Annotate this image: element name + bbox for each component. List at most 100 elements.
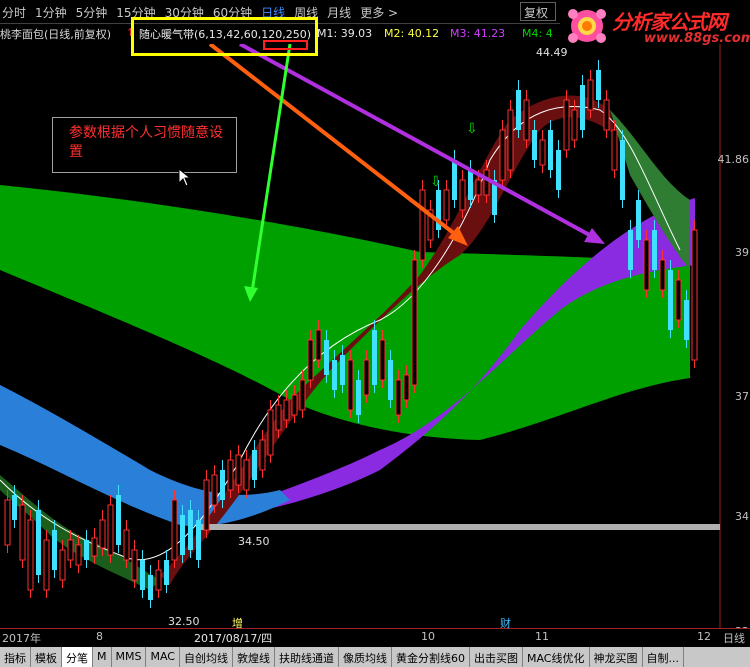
signal-arrow-icon: ⇩: [466, 121, 478, 137]
date-label: 8: [96, 630, 103, 643]
candle-body: [587, 79, 594, 111]
candle-body: [459, 179, 466, 211]
candle-body: [140, 560, 145, 590]
candle-body: [620, 140, 625, 200]
date-label: 2017/08/17/四: [194, 632, 273, 645]
bottom-tab[interactable]: M: [93, 647, 112, 667]
bottom-tab[interactable]: 自制...: [643, 647, 684, 667]
support-line: [200, 524, 720, 530]
price-axis-label: 41.86: [717, 153, 750, 166]
candle-body: [563, 99, 570, 151]
candle-body: [283, 399, 290, 421]
date-label: 12: [697, 630, 711, 643]
bottom-indicator-tabs: 指标 模板 分笔 M MMS MAC 自创均线 敦煌线 扶助线通道 像质均线 黄金分割线60 出击买图…: [0, 647, 750, 667]
date-label: 10: [421, 630, 435, 643]
bottom-tab[interactable]: MMS: [112, 647, 147, 667]
candle-body: [668, 270, 673, 330]
bottom-tab[interactable]: 出击买图: [470, 647, 523, 667]
event-marker: 增: [232, 617, 243, 630]
indicator-m2: M2: 40.12: [384, 27, 440, 40]
candle-body: [164, 560, 169, 585]
candle-body: [379, 339, 386, 381]
purple-arrowhead: [584, 228, 605, 244]
candle-body: [116, 495, 121, 545]
date-label: 11: [535, 630, 549, 643]
candle-body: [59, 549, 66, 581]
candle-body: [419, 189, 426, 261]
annotation-text: 参数根据个人习惯随意设置: [69, 125, 223, 160]
candle-body: [123, 529, 130, 561]
candle-body: [324, 340, 329, 375]
candle-body: [275, 404, 282, 431]
candle-body: [180, 515, 185, 555]
candle-body: [196, 520, 201, 560]
candle-body: [259, 439, 266, 471]
date-axis: 2017年 8 2017/08/17/四 增 10 财 11 12 日线: [0, 617, 750, 646]
candle-body: [227, 459, 234, 491]
candle-body: [684, 300, 689, 340]
fuquan-button[interactable]: 复权: [524, 4, 548, 21]
candle-body: [12, 495, 17, 520]
candle-body: [4, 499, 11, 546]
right-label: 日线: [723, 632, 745, 645]
indicator-m3: M3: 41.23: [450, 27, 506, 40]
candle-body: [356, 380, 361, 415]
low-price-label: 32.50: [168, 615, 200, 628]
event-marker: 财: [500, 617, 511, 630]
candle-body: [443, 189, 450, 221]
annotation-box: 参数根据个人习惯随意设置: [52, 117, 237, 173]
candle-body: [27, 519, 34, 591]
bottom-tab[interactable]: 模板: [31, 647, 62, 667]
period-tab[interactable]: 月线: [327, 4, 351, 21]
candle-body: [452, 160, 457, 200]
bottom-tab[interactable]: 神龙买图: [590, 647, 643, 667]
bottom-tab[interactable]: 敦煌线: [233, 647, 275, 667]
bottom-tab[interactable]: 扶助线通道: [275, 647, 339, 667]
candle-body: [188, 510, 193, 550]
period-tab[interactable]: 分时: [2, 4, 26, 21]
candle-body: [252, 450, 257, 480]
candle-body: [43, 539, 50, 591]
candle-body: [643, 239, 650, 291]
candle-body: [220, 470, 225, 500]
candle-body: [403, 374, 410, 401]
price-axis-label: 37: [735, 390, 749, 403]
bottom-tab[interactable]: 指标: [0, 647, 31, 667]
candle-body: [347, 359, 354, 411]
candle-body: [155, 569, 162, 591]
indicator-highlight-box: [131, 17, 318, 56]
candle-body: [107, 504, 114, 556]
period-tab[interactable]: 5分钟: [76, 4, 108, 21]
candle-body: [363, 359, 370, 396]
candle-body: [603, 99, 610, 131]
candle-body: [580, 85, 585, 130]
bottom-tab[interactable]: 黄金分割线60: [392, 647, 470, 667]
bottom-tab[interactable]: 像质均线: [339, 647, 392, 667]
candle-body: [483, 169, 490, 196]
candle-body: [19, 504, 26, 561]
candle-body: [75, 544, 82, 566]
mid-price-label: 34.50: [238, 535, 270, 548]
candle-body: [211, 474, 218, 506]
candle-body: [243, 459, 250, 491]
period-tab[interactable]: 1分钟: [35, 4, 67, 21]
candle-body: [532, 130, 537, 160]
candle-body: [315, 329, 322, 361]
candle-body: [507, 109, 514, 171]
bottom-tab[interactable]: 自创均线: [180, 647, 233, 667]
bottom-tab[interactable]: MAC: [146, 647, 180, 667]
candle-body: [652, 230, 657, 270]
candle-body: [388, 360, 393, 400]
candle-body: [675, 279, 682, 321]
orange-arrow: [208, 44, 462, 240]
period-tab[interactable]: 更多 >: [360, 4, 398, 21]
signal-arrow-icon: ⇩: [430, 174, 442, 190]
high-price-label: 44.49: [536, 46, 568, 59]
candle-body: [628, 230, 633, 270]
candle-body: [548, 130, 553, 170]
candle-body: [67, 539, 74, 561]
stock-title: 桃李面包(日线,前复权): [0, 28, 112, 41]
bottom-tab[interactable]: MAC线优化: [523, 647, 590, 667]
bottom-tab[interactable]: 分笔: [62, 647, 93, 667]
candle-body: [523, 99, 530, 141]
